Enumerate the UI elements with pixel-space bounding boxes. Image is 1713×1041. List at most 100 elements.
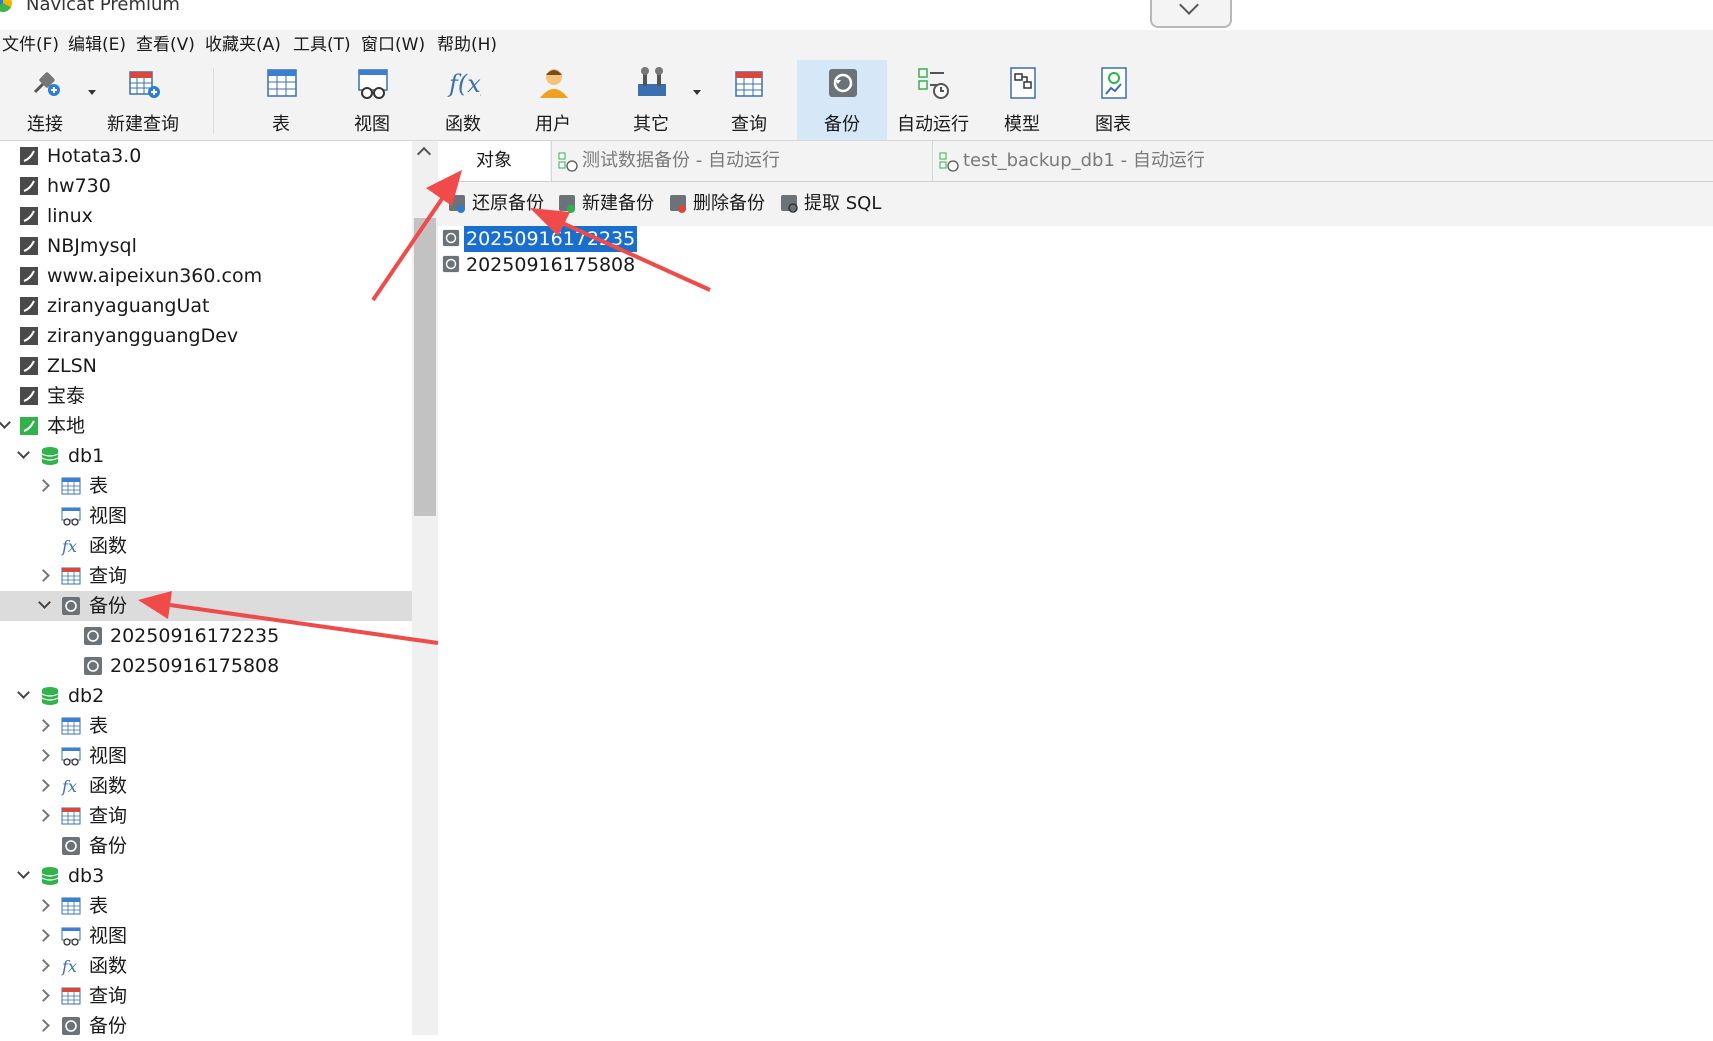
chevron-right-icon[interactable] (37, 569, 50, 582)
tree-item-function[interactable]: fx 函数 (0, 531, 412, 561)
chevron-right-icon[interactable] (37, 479, 50, 492)
extract-sql-icon (781, 195, 798, 213)
query-icon (735, 71, 763, 97)
tree-item-view[interactable]: 视图 (0, 741, 412, 771)
connect-dropdown-icon[interactable] (88, 90, 96, 95)
view-icon (61, 507, 81, 526)
db3-label: db3 (68, 865, 105, 887)
menu-help[interactable]: 帮助(H) (437, 30, 497, 60)
tree-connection[interactable]: linux (0, 201, 412, 231)
chevron-down-icon[interactable] (0, 416, 11, 429)
chevron-down-icon[interactable] (17, 446, 30, 459)
tree-item-view[interactable]: 视图 (0, 501, 412, 531)
function-label: 函数 (89, 535, 128, 557)
backup-icon (62, 597, 80, 615)
tree-backup-file[interactable]: 20250916175808 (0, 651, 412, 681)
db1-label: db1 (68, 445, 105, 467)
tree-backup-file[interactable]: 20250916172235 (0, 621, 412, 651)
chevron-right-icon[interactable] (37, 899, 50, 912)
tree-item-function[interactable]: fx 函数 (0, 951, 412, 981)
user-icon (540, 69, 568, 98)
chevron-right-icon[interactable] (37, 809, 50, 822)
backup-label: 备份 (89, 835, 128, 857)
auto-run-button[interactable]: 自动运行 (888, 60, 978, 140)
tab-auto-run-2-label: test_backup_db1 - 自动运行 (963, 150, 1205, 171)
chevron-right-icon[interactable] (37, 749, 50, 762)
tree-connection-local[interactable]: 本地 (0, 411, 412, 441)
tab-objects[interactable]: 对象 (438, 141, 550, 181)
tab-auto-run-1[interactable]: 测试数据备份 - 自动运行 (551, 141, 938, 181)
chart-button[interactable]: 图表 (1070, 60, 1156, 140)
menu-edit[interactable]: 编辑(E) (68, 30, 126, 60)
tree-item-query[interactable]: 查询 (0, 561, 412, 591)
menu-tools[interactable]: 工具(T) (293, 30, 351, 60)
tree-connection[interactable]: ZLSN (0, 351, 412, 381)
connection-label: Hotata3.0 (47, 145, 142, 167)
backup-button[interactable]: 备份 (797, 60, 887, 140)
tree-item-backup[interactable]: 备份 (0, 591, 412, 621)
chevron-right-icon[interactable] (37, 1019, 50, 1032)
tree-connection[interactable]: hw730 (0, 171, 412, 201)
query-button[interactable]: 查询 (706, 60, 792, 140)
new-query-button[interactable]: 新建查询 (100, 60, 186, 140)
collapse-toolbar-button[interactable] (1150, 0, 1232, 28)
chevron-right-icon[interactable] (37, 989, 50, 1002)
other-dropdown-icon[interactable] (693, 90, 701, 95)
tree-connection[interactable]: 宝泰 (0, 381, 412, 411)
delete-backup-label: 删除备份 (693, 193, 765, 214)
connection-icon (20, 297, 38, 315)
menu-favorites[interactable]: 收藏夹(A) (205, 30, 281, 60)
tree-item-query[interactable]: 查询 (0, 981, 412, 1011)
function-button[interactable]: f(x) 函数 (420, 60, 506, 140)
tree-database-db2[interactable]: db2 (0, 681, 412, 711)
chevron-right-icon[interactable] (37, 959, 50, 972)
function-label: 函数 (445, 114, 481, 135)
chevron-down-icon[interactable] (38, 596, 51, 609)
tree-connection[interactable]: Hotata3.0 (0, 141, 412, 171)
tree-item-view[interactable]: 视图 (0, 921, 412, 951)
tree-connection[interactable]: NBJmysql (0, 231, 412, 261)
menu-bar: 文件(F) 编辑(E) 查看(V) 收藏夹(A) 工具(T) 窗口(W) 帮助(… (0, 30, 1713, 60)
tree-item-backup[interactable]: 备份 (0, 831, 412, 861)
tree-database-db1[interactable]: db1 (0, 441, 412, 471)
list-item-label: 20250916172235 (464, 226, 638, 252)
chevron-right-icon[interactable] (37, 779, 50, 792)
chevron-right-icon[interactable] (37, 719, 50, 732)
tree-connection[interactable]: ziranyaguangUat (0, 291, 412, 321)
title-bar: Navicat Premium (0, 0, 1713, 30)
menu-view[interactable]: 查看(V) (136, 30, 195, 60)
tree-connection[interactable]: www.aipeixun360.com (0, 261, 412, 291)
view-icon (358, 69, 388, 99)
model-label: 模型 (1004, 114, 1040, 135)
user-label: 用户 (535, 114, 571, 135)
table-button[interactable]: 表 (238, 60, 324, 140)
auto-run-icon (558, 152, 578, 172)
chevron-down-icon[interactable] (17, 866, 30, 879)
tab-auto-run-2[interactable]: test_backup_db1 - 自动运行 (932, 141, 1319, 181)
scrollbar-thumb[interactable] (414, 218, 436, 516)
db2-label: db2 (68, 685, 105, 707)
tree-connection[interactable]: ziranyangguangDev (0, 321, 412, 351)
function-icon: f(x) (447, 70, 481, 98)
user-button[interactable]: 用户 (510, 60, 596, 140)
model-button[interactable]: 模型 (979, 60, 1065, 140)
tree-item-table[interactable]: 表 (0, 711, 412, 741)
chevron-right-icon[interactable] (37, 929, 50, 942)
connection-label: hw730 (47, 175, 111, 197)
connection-label: 宝泰 (47, 385, 86, 407)
tree-item-table[interactable]: 表 (0, 471, 412, 501)
function-icon: fx (61, 957, 77, 976)
view-button[interactable]: 视图 (329, 60, 415, 140)
function-icon: fx (61, 537, 77, 556)
tree-item-query[interactable]: 查询 (0, 801, 412, 831)
menu-window[interactable]: 窗口(W) (361, 30, 425, 60)
tree-database-db3[interactable]: db3 (0, 861, 412, 891)
tree-item-function[interactable]: fx 函数 (0, 771, 412, 801)
other-button[interactable]: 其它 (608, 60, 694, 140)
query-label: 查询 (731, 114, 767, 135)
chevron-down-icon[interactable] (17, 686, 30, 699)
menu-file[interactable]: 文件(F) (2, 30, 59, 60)
tree-item-backup[interactable]: 备份 (0, 1011, 412, 1041)
connect-button[interactable]: 连接 (2, 60, 88, 140)
tree-item-table[interactable]: 表 (0, 891, 412, 921)
